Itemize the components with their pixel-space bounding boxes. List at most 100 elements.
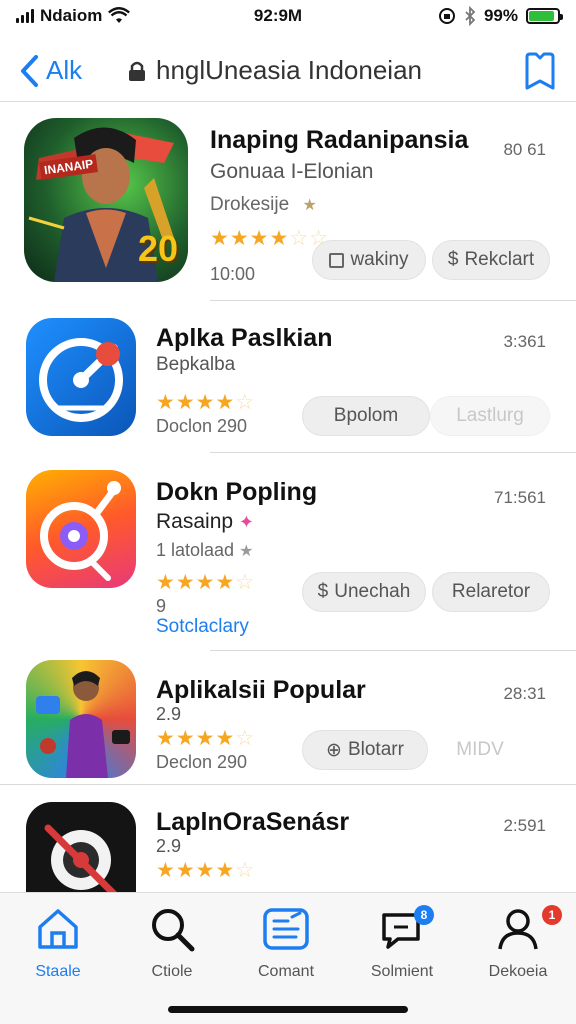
rating-stars: ★ ★ ★ ★ ☆ [156, 726, 254, 751]
tab-home-label: Staale [35, 963, 81, 980]
app-title[interactable]: Dokn Popling [156, 478, 317, 507]
star-icon: ★ [195, 571, 215, 594]
midv-button[interactable]: MIDV [430, 730, 530, 770]
star-icon: ★ [269, 227, 289, 250]
app-icon-lens[interactable] [26, 802, 136, 892]
rating-count: Doclon 290 [156, 416, 248, 436]
list-item[interactable]: Dokn Popling 71:561 Rasainp ✦ 1 latolaad… [0, 454, 576, 652]
midv-label: MIDV [456, 739, 504, 760]
tab-notes[interactable]: Comant [236, 905, 336, 981]
app-developer-link[interactable]: Sotclaclary [156, 616, 249, 638]
relaretor-button[interactable]: Relaretor [432, 572, 550, 612]
battery-icon [526, 8, 563, 24]
status-time: 92:9M [253, 6, 303, 25]
wakiny-button[interactable]: wakiny [312, 240, 426, 280]
chevron-left-icon [21, 54, 38, 87]
list-item[interactable]: Aplka Paslkian 3:361 Bepkalba ★ ★ ★ ★ ☆ Docl… [0, 302, 576, 454]
star-icon: ★ [239, 543, 254, 560]
star-empty-icon: ☆ [289, 227, 309, 250]
tab-search[interactable]: Ctiole [122, 905, 222, 981]
app-meta-label: 1 latolaad [156, 540, 235, 560]
star-icon: ★ [175, 859, 195, 882]
globe-icon: ⊕ [326, 739, 342, 761]
battery-percent: 99% [483, 6, 518, 25]
star-icon: ★ [215, 859, 235, 882]
lastlurg-button[interactable]: Lastlurg [430, 396, 550, 436]
app-size: 2:591 [503, 816, 546, 835]
app-meta: 1 latolaad ★ [156, 540, 253, 561]
app-title[interactable]: LaplnOraSenásr [156, 808, 349, 837]
back-button[interactable]: Alk [18, 54, 128, 88]
star-icon: ★ [175, 391, 195, 414]
tab-search-label: Ctiole [151, 963, 193, 980]
rating-count: 10:00 [210, 264, 256, 284]
star-icon: ★ [156, 391, 175, 414]
app-subtitle: Gonuaa I-Elonian [210, 160, 374, 183]
page-title: hnglUneasia Indoneian [156, 55, 422, 85]
back-label: Alk [46, 55, 83, 85]
star-half-icon: ☆ [235, 727, 255, 750]
unechah-button[interactable]: $ Unechah [302, 572, 426, 612]
target-icon [40, 481, 121, 581]
row-divider [210, 452, 576, 453]
app-icon-game[interactable]: INANAIP 20 [24, 118, 188, 282]
tab-profile-label: Dekoeia [488, 963, 548, 980]
row-divider [210, 300, 576, 301]
app-title[interactable]: Inaping Radanipansia [210, 126, 468, 155]
bpolom-button[interactable]: Bpolom [302, 396, 430, 436]
app-icon-compass[interactable] [26, 318, 136, 436]
orientation-lock-icon [438, 8, 455, 24]
star-icon: ★ [175, 727, 195, 750]
character-icon [36, 671, 130, 778]
app-list[interactable]: INANAIP 20 Inaping Radanipansia 80 61 Go… [0, 104, 576, 892]
nav-title-bar: hnglUneasia Indoneian [128, 55, 522, 86]
notification-badge: 1 [542, 905, 562, 925]
nav-bar: Alk hnglUneasia Indoneian [0, 40, 576, 102]
app-category: Drokesije ★ [210, 194, 317, 216]
app-version: 2.9 [156, 836, 182, 856]
battery-fill [529, 11, 555, 21]
star-icon: ★ [215, 727, 235, 750]
star-icon: ★ [156, 859, 175, 882]
app-icon-character[interactable] [26, 660, 136, 778]
app-size: 80 61 [503, 140, 546, 159]
app-title[interactable]: Aplikalsii Popular [156, 676, 366, 705]
app-subtitle: Rasainp ✦ [156, 510, 254, 534]
signal-icon [16, 9, 34, 23]
gauge-icon [39, 338, 123, 422]
bookmark-icon[interactable] [522, 51, 558, 91]
tab-profile[interactable]: 1 Dekoeia [468, 905, 568, 981]
star-half-icon: ☆ [235, 391, 255, 414]
app-icon-target[interactable] [26, 470, 136, 588]
rating-stars: ★ ★ ★ ★ ☆ [156, 858, 254, 883]
list-item[interactable]: LaplnOraSenásr 2:591 2.9 ★ ★ ★ ★ ☆ [0, 786, 576, 892]
square-icon [329, 252, 345, 268]
lens-icon [44, 824, 117, 892]
lastlurg-label: Lastlurg [456, 405, 524, 426]
relaretor-label: Relaretor [451, 581, 531, 602]
star-icon: ★ [229, 227, 249, 250]
dollar-icon: $ [317, 581, 329, 602]
rating-count: Declon 290 [156, 752, 248, 772]
star-icon: ★ [215, 391, 235, 414]
star-icon: ★ [210, 227, 229, 250]
tab-chat[interactable]: 8 Solmient [352, 905, 452, 981]
home-icon [38, 909, 78, 949]
blotarr-button[interactable]: ⊕ Blotarr [302, 730, 428, 770]
app-category-label: Drokesije [210, 194, 290, 215]
list-item[interactable]: INANAIP 20 Inaping Radanipansia 80 61 Go… [0, 104, 576, 302]
rekclart-button[interactable]: $ Rekclart [432, 240, 550, 280]
star-icon: ★ [215, 571, 235, 594]
row-divider [0, 784, 576, 785]
dollar-icon: $ [447, 249, 459, 270]
tab-home[interactable]: Staale [8, 905, 108, 981]
list-item[interactable]: Aplikalsii Popular 28:31 2.9 ★ ★ ★ ★ ☆ Declo… [0, 652, 576, 786]
star-icon: ★ [195, 859, 215, 882]
star-icon: ★ [302, 197, 317, 214]
rating-count: 9 [156, 596, 167, 616]
notes-icon [263, 908, 309, 950]
app-title[interactable]: Aplka Paslkian [156, 324, 332, 353]
rating-stars: ★ ★ ★ ★ ☆ ☆ [210, 226, 328, 251]
star-icon: ★ [195, 727, 215, 750]
app-subtitle: Bepkalba [156, 354, 236, 375]
